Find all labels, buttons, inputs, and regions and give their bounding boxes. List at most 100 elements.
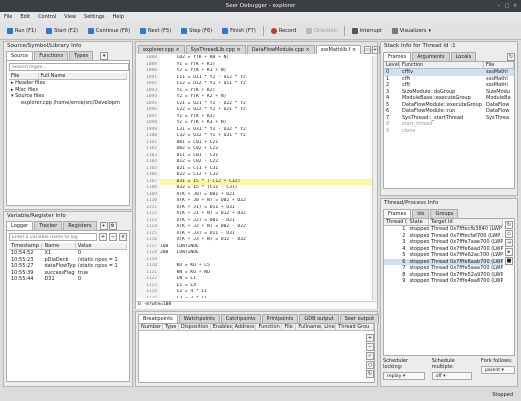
menu-control[interactable]: Control [38, 14, 56, 20]
menu-view[interactable]: View [64, 14, 76, 20]
scheduler-locking-select[interactable]: replay ▾ [383, 372, 425, 380]
command-input[interactable]: b -mrwte=108 [136, 301, 377, 309]
tab-logger[interactable]: Logger [6, 221, 34, 230]
tree-item-explorer-cpp[interactable]: explorer.cpp /home/ernie/src/Developm [9, 100, 127, 107]
tab-tracker[interactable]: Tracker [34, 221, 63, 230]
thread-next-icon[interactable]: → [505, 239, 513, 247]
editor-tab-dataflowmodule[interactable]: DataFlowModule.cpp × [246, 45, 315, 54]
stack-refresh-icon[interactable]: ↻ [507, 53, 515, 61]
tab-thread-groups[interactable]: Groups [430, 209, 459, 218]
tab-seer-output[interactable]: Seer output [339, 314, 380, 323]
column-level[interactable]: Level [384, 62, 400, 68]
continue-button[interactable]: Continue (F8) [85, 27, 133, 35]
bp-add-icon[interactable]: + [366, 334, 374, 342]
start-button[interactable]: Start (F2) [43, 27, 81, 35]
log-remove-icon[interactable]: − [109, 233, 117, 241]
column-timestamp[interactable]: Timestamp [9, 243, 43, 249]
interrupt-button[interactable]: Interrupt [349, 27, 385, 35]
editor-tab-explorer[interactable]: explorer.cpp × [138, 45, 185, 54]
stack-frame-row[interactable]: 9 clone [384, 128, 514, 135]
tab-frames[interactable]: Frames [383, 52, 412, 61]
tab-catchpoints[interactable]: Catchpoints [220, 314, 261, 323]
editor-split-icon[interactable]: ▭ [364, 46, 371, 54]
finish-button[interactable]: Finish (F7) [219, 27, 259, 35]
menu-help[interactable]: Help [113, 14, 124, 20]
log-variable-input[interactable] [9, 233, 97, 241]
tab-menu-icon[interactable]: ▾ [100, 52, 109, 60]
bp-refresh-icon[interactable]: ↻ [366, 370, 374, 378]
bp-enable-icon[interactable]: ✓ [366, 352, 374, 360]
thread-continue-icon[interactable]: ▸ [505, 248, 513, 256]
tab-thread-ids[interactable]: Ids [412, 209, 430, 218]
menu-edit[interactable]: Edit [20, 14, 30, 20]
table-cell: 9 [402, 278, 406, 284]
column-type[interactable]: Type [163, 324, 179, 330]
column-target-id[interactable]: Target Id [429, 219, 503, 225]
step-button[interactable]: Step (F6) [178, 27, 215, 35]
column-full-name[interactable]: Full Name [39, 73, 127, 79]
tab-functions[interactable]: Functions [34, 51, 69, 60]
maximize-icon[interactable]: □ [504, 3, 510, 9]
editor-tab-systhreadlib[interactable]: SysThreadLib.cpp × [185, 45, 246, 54]
column-value[interactable]: Value [76, 243, 127, 249]
search-input[interactable] [9, 63, 129, 71]
bp-disable-icon[interactable]: ○ [366, 361, 374, 369]
tab-types[interactable]: Types [69, 51, 94, 60]
column-file[interactable]: File [282, 324, 297, 330]
log-add-icon[interactable]: + [99, 233, 107, 241]
column-line[interactable]: Line [322, 324, 337, 330]
line-gutter[interactable]: 1125 [136, 295, 160, 298]
tab-locals[interactable]: Locals [450, 52, 477, 61]
column-thread-id[interactable]: Thread Id [384, 219, 408, 225]
tab-breakpoints[interactable]: Breakpoints [138, 314, 178, 323]
tab-watchpoints[interactable]: Watchpoints [178, 314, 220, 323]
thread-select-icon[interactable]: ◇ [505, 230, 513, 238]
settings-icon[interactable]: ⚙ [108, 222, 117, 230]
schedule-multiple-label: Schedule multiple: [431, 358, 455, 370]
column-function[interactable]: Function [256, 324, 283, 330]
tab-printpoints[interactable]: Printpoints [261, 314, 299, 323]
tab-registers[interactable]: Registers [63, 221, 97, 230]
column-address[interactable]: Address [233, 324, 257, 330]
column-state[interactable]: State [407, 219, 429, 225]
tab-arguments[interactable]: Arguments [412, 52, 450, 61]
record-button[interactable]: Record [268, 27, 299, 35]
menu-file[interactable]: File [4, 14, 12, 20]
column-number[interactable]: Number [139, 324, 163, 330]
fork-follows-select[interactable]: parent ▾ [481, 366, 515, 374]
direction-button[interactable]: Direction [303, 27, 340, 35]
minimize-icon[interactable]: – [496, 3, 502, 9]
column-name[interactable]: Name [42, 243, 76, 249]
column-fullname[interactable]: Fullname [296, 324, 323, 330]
source-panel-title: Source/Symbol/Library Info [7, 43, 82, 49]
code-line[interactable]: 1125 L3 = 3 * L1 [136, 295, 377, 298]
next-button[interactable]: Next (F5) [137, 27, 174, 35]
column-enabled[interactable]: Enabled [211, 324, 233, 330]
editor-add-icon[interactable]: + [371, 46, 379, 54]
visualizers-button[interactable]: Visualizers ▾ [389, 27, 434, 35]
code-area[interactable]: 1088 C02 = Y(K + K0 + N) 1089 Y1 = Y(K + … [136, 54, 377, 298]
editor-scrollbar[interactable] [372, 56, 377, 300]
editor-tab-sssmathlib[interactable]: sssMathlib.f × [315, 45, 362, 54]
tab-thread-frames[interactable]: Frames [383, 209, 412, 218]
column-file[interactable]: File [484, 62, 514, 68]
log-clear-icon[interactable]: × [119, 233, 127, 241]
thread-refresh-icon[interactable]: ↻ [505, 221, 513, 229]
column-thread-group[interactable]: Thread Grou [336, 324, 374, 330]
schedule-multiple-select[interactable]: off ▾ [431, 372, 472, 380]
column-file[interactable]: File [9, 73, 39, 79]
tab-source[interactable]: Source [6, 51, 34, 60]
thread-row[interactable]: 9 stopped Thread 0x7fffe4aa8700 (LWP 1 [384, 278, 503, 285]
close-icon[interactable]: × [512, 3, 518, 9]
fork-follows-label: Fork follows: [481, 358, 513, 364]
tab-gdb-output[interactable]: GDB output [299, 314, 339, 323]
add-icon[interactable]: + [99, 222, 108, 230]
bp-remove-icon[interactable]: − [366, 343, 374, 351]
run-button[interactable]: Run (F1) [4, 27, 39, 35]
thread-interrupt-icon[interactable]: ■ [505, 257, 513, 265]
column-function[interactable]: Function [400, 62, 484, 68]
menu-settings[interactable]: Settings [84, 14, 105, 20]
table-row[interactable]: 10:55:44 D31 0 [9, 276, 127, 283]
stack-panel: Stack Info for Thread Id :1 Frames Argum… [380, 41, 518, 196]
column-disposition[interactable]: Disposition [179, 324, 211, 330]
